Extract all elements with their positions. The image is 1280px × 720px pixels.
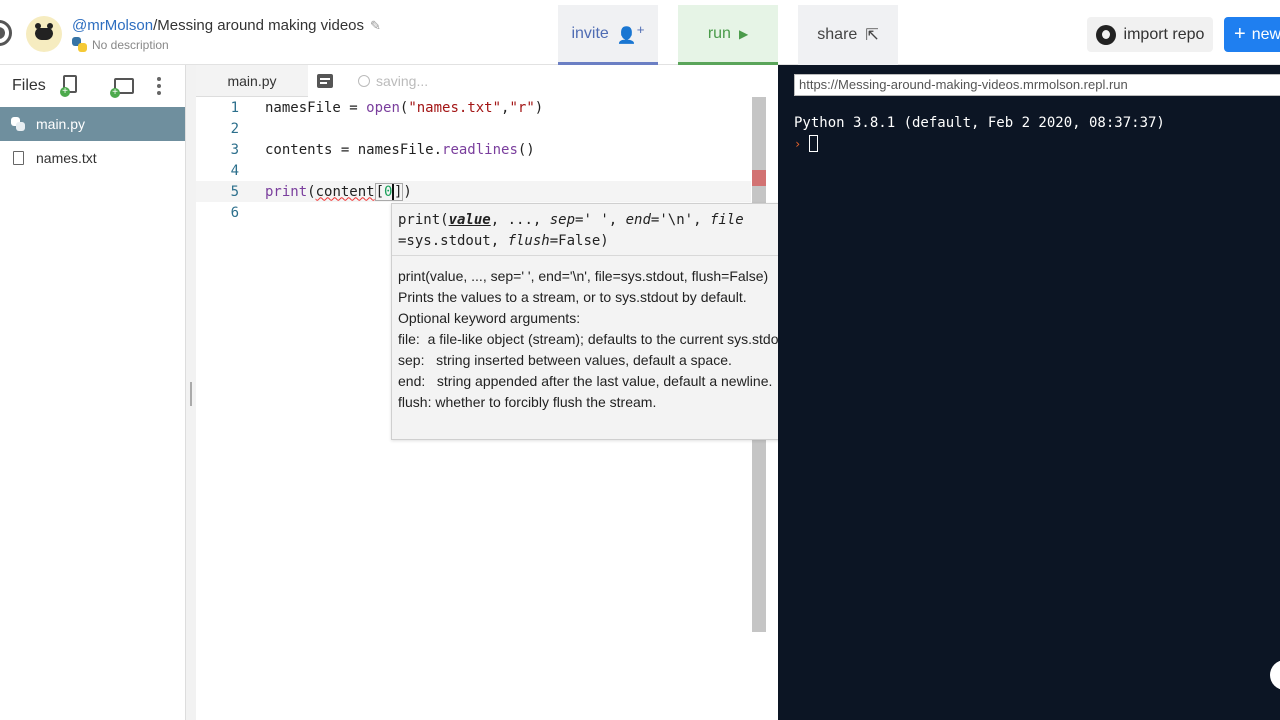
- line-number: 3: [230, 141, 239, 158]
- share-icon: ⇱: [865, 27, 879, 44]
- replit-logo-icon[interactable]: [0, 20, 12, 46]
- run-label: run: [707, 24, 731, 42]
- console-output[interactable]: Python 3.8.1 (default, Feb 2 2020, 08:37…: [794, 115, 1165, 152]
- avatar-face-icon: [35, 23, 53, 40]
- code-line[interactable]: 1 namesFile = open("names.txt","r"): [196, 97, 751, 118]
- repl-description: No description: [72, 37, 169, 52]
- function-docs: print(value, ..., sep=' ', end='\n', fil…: [392, 256, 834, 423]
- repl-url-bar[interactable]: https://Messing-around-making-videos.mrm…: [794, 74, 1280, 96]
- line-number: 2: [230, 120, 239, 137]
- function-signature: print(value, ..., sep=' ', end='\n', fil…: [392, 204, 834, 256]
- more-options-icon[interactable]: [156, 77, 162, 95]
- user-link[interactable]: @mrMolson: [72, 17, 153, 34]
- line-source: namesFile = open("names.txt","r"): [265, 99, 544, 116]
- line-number: 5: [230, 183, 239, 200]
- line-source: contents = namesFile.readlines(): [265, 141, 535, 158]
- python-banner: Python 3.8.1 (default, Feb 2 2020, 08:37…: [794, 115, 1165, 131]
- text-file-icon: [8, 151, 28, 165]
- line-number: 1: [230, 99, 239, 116]
- console-cursor: [809, 135, 819, 152]
- saving-text: saving...: [376, 73, 429, 89]
- doc-line: print(value, ..., sep=' ', end='\n', fil…: [398, 268, 769, 284]
- doc-line: sep: string inserted between values, def…: [398, 352, 732, 368]
- doc-line: file: a file-like object (stream); defau…: [398, 331, 795, 347]
- invite-button[interactable]: invite 👤+: [558, 5, 658, 65]
- line-source: print(content[0]): [265, 182, 412, 201]
- invite-label: invite: [571, 24, 609, 42]
- code-line[interactable]: 3 contents = namesFile.readlines(): [196, 139, 751, 160]
- doc-line: flush: whether to forcibly flush the str…: [398, 394, 657, 410]
- doc-line: end: string appended after the last valu…: [398, 373, 773, 389]
- format-icon[interactable]: [317, 74, 333, 88]
- code-line[interactable]: 2: [196, 118, 751, 139]
- doc-line: Optional keyword arguments:: [398, 310, 581, 326]
- share-button[interactable]: share ⇱: [798, 5, 898, 65]
- python-icon: [72, 37, 87, 52]
- new-repl-button[interactable]: + new: [1224, 17, 1280, 52]
- code-line-current[interactable]: 5 print(content[0]): [196, 181, 751, 202]
- share-label: share: [817, 26, 858, 43]
- pencil-icon[interactable]: ✎: [370, 18, 381, 34]
- file-item-names-txt[interactable]: names.txt: [0, 141, 185, 175]
- add-user-icon: 👤+: [616, 21, 645, 45]
- resize-handle[interactable]: [190, 382, 192, 406]
- prompt-chevron-icon: ›: [794, 136, 802, 151]
- doc-line: Prints the values to a stream, or to sys…: [398, 289, 747, 305]
- add-folder-icon[interactable]: +: [110, 76, 136, 98]
- repl-name[interactable]: Messing around making videos: [157, 17, 364, 34]
- signature-help-tooltip: print(value, ..., sep=' ', end='\n', fil…: [391, 203, 835, 440]
- tab-main-py[interactable]: main.py: [196, 65, 308, 97]
- console-pane[interactable]: https://Messing-around-making-videos.mrm…: [778, 65, 1280, 720]
- file-item-main-py[interactable]: main.py: [0, 107, 185, 141]
- github-icon: [1095, 24, 1116, 45]
- line-number: 6: [230, 204, 239, 221]
- console-prompt[interactable]: ›: [794, 135, 1165, 152]
- run-button[interactable]: run ▶: [678, 5, 778, 65]
- code-line[interactable]: 4: [196, 160, 751, 181]
- save-status: saving...: [358, 73, 428, 89]
- saving-spinner-icon: [358, 75, 370, 87]
- python-file-icon: [8, 117, 28, 131]
- plus-icon: +: [1234, 23, 1246, 45]
- repl-title: @mrMolson/Messing around making videos ✎: [72, 17, 381, 34]
- text-cursor: [392, 183, 394, 200]
- editor-tabs: main.py saving...: [196, 65, 766, 97]
- import-repo-button[interactable]: import repo: [1087, 17, 1213, 52]
- files-sidebar: Files + + main.py names.txt: [0, 65, 186, 720]
- description-text[interactable]: No description: [92, 38, 169, 52]
- add-file-icon[interactable]: +: [60, 75, 80, 97]
- import-label: import repo: [1123, 25, 1205, 43]
- user-avatar[interactable]: [26, 16, 62, 52]
- files-title: Files: [12, 77, 46, 94]
- files-header: Files + +: [0, 65, 185, 107]
- new-label: new: [1251, 25, 1280, 43]
- line-number: 4: [230, 162, 239, 179]
- top-bar: @mrMolson/Messing around making videos ✎ …: [0, 0, 1280, 65]
- play-icon: ▶: [738, 26, 749, 41]
- file-name: main.py: [36, 116, 86, 132]
- file-name: names.txt: [36, 150, 97, 166]
- error-marker: [752, 170, 766, 186]
